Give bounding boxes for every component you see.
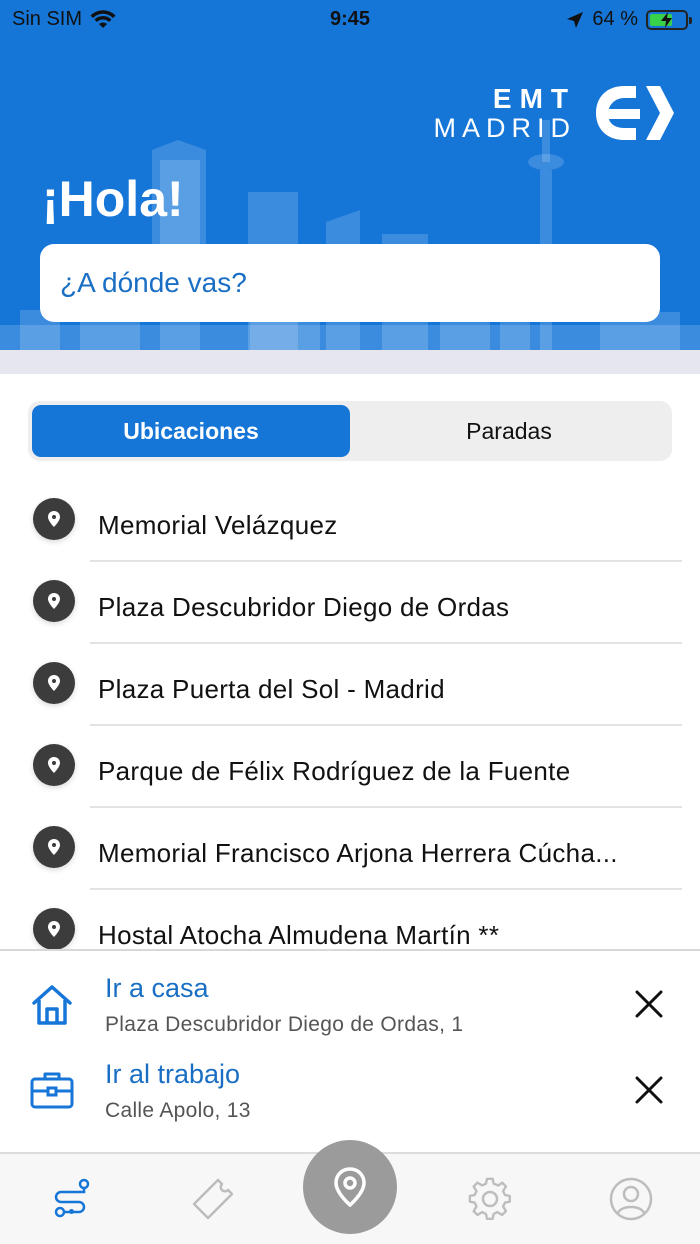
tab-bar: [0, 1140, 700, 1244]
close-icon[interactable]: [634, 989, 664, 1019]
location-arrow-icon: [567, 11, 584, 28]
location-label: Memorial Francisco Arjona Herrera Cúcha.…: [98, 838, 618, 868]
list-item[interactable]: Hostal Atocha Almudena Martín **: [0, 890, 700, 950]
profile-icon[interactable]: [608, 1176, 654, 1222]
go-home-title: Ir a casa: [105, 973, 209, 1003]
header-banner: EMT MADRID ¡Hola! ¿A dónde vas?: [0, 0, 700, 352]
pin-icon: [33, 908, 75, 950]
routes-icon[interactable]: [49, 1176, 95, 1222]
home-icon: [32, 985, 72, 1025]
close-icon[interactable]: [634, 1075, 664, 1105]
tab-paradas[interactable]: Paradas: [350, 405, 668, 457]
header-separator: [0, 350, 700, 374]
location-icon: [334, 1167, 366, 1207]
list-item[interactable]: Memorial Velázquez: [0, 480, 700, 562]
location-tab-button[interactable]: [303, 1140, 397, 1234]
ticket-icon[interactable]: [190, 1176, 236, 1222]
emt-logo: EMT MADRID: [434, 82, 677, 144]
status-bar: Sin SIM 9:45 64 %: [0, 0, 700, 40]
list-item[interactable]: Plaza Descubridor Diego de Ordas: [0, 562, 700, 644]
go-work-title: Ir al trabajo: [105, 1059, 241, 1089]
brand-emt-text: EMT: [492, 82, 576, 114]
list-item[interactable]: Plaza Puerta del Sol - Madrid: [0, 644, 700, 726]
list-item[interactable]: Parque de Félix Rodríguez de la Fuente: [0, 726, 700, 808]
destination-search-input[interactable]: ¿A dónde vas?: [40, 244, 660, 322]
pin-icon: [33, 580, 75, 622]
battery-icon: [646, 9, 692, 30]
tab-ubicaciones[interactable]: Ubicaciones: [32, 405, 350, 457]
pin-icon: [33, 662, 75, 704]
location-label: Plaza Descubridor Diego de Ordas: [98, 592, 510, 622]
location-label: Parque de Félix Rodríguez de la Fuente: [98, 756, 571, 786]
location-label: Plaza Puerta del Sol - Madrid: [98, 674, 445, 704]
pin-icon: [33, 826, 75, 868]
location-label: Hostal Atocha Almudena Martín **: [98, 920, 500, 950]
go-home-shortcut[interactable]: Ir a casa Plaza Descubridor Diego de Ord…: [0, 951, 700, 1037]
location-label: Memorial Velázquez: [98, 510, 338, 540]
battery-percent: 64 %: [592, 8, 638, 30]
active-tab-indicator: [69, 1209, 74, 1214]
segmented-control: Ubicaciones Paradas: [28, 401, 672, 461]
go-home-address: Plaza Descubridor Diego de Ordas, 1: [105, 1013, 464, 1036]
go-work-shortcut[interactable]: Ir al trabajo Calle Apolo, 13: [0, 1037, 700, 1123]
emt-arrow-logo-icon: [596, 86, 674, 140]
settings-icon[interactable]: [467, 1176, 513, 1222]
quick-destinations-panel: Ir a casa Plaza Descubridor Diego de Ord…: [0, 949, 700, 1153]
go-work-address: Calle Apolo, 13: [105, 1099, 251, 1122]
brand-madrid-text: MADRID: [433, 112, 576, 143]
greeting-title: ¡Hola!: [42, 171, 184, 227]
pin-icon: [33, 744, 75, 786]
briefcase-icon: [30, 1072, 74, 1109]
list-item[interactable]: Memorial Francisco Arjona Herrera Cúcha.…: [0, 808, 700, 890]
search-placeholder: ¿A dónde vas?: [60, 267, 247, 298]
charging-bolt-icon: [661, 11, 672, 28]
pin-icon: [33, 498, 75, 540]
locations-list: Memorial Velázquez Plaza Descubridor Die…: [0, 480, 700, 950]
